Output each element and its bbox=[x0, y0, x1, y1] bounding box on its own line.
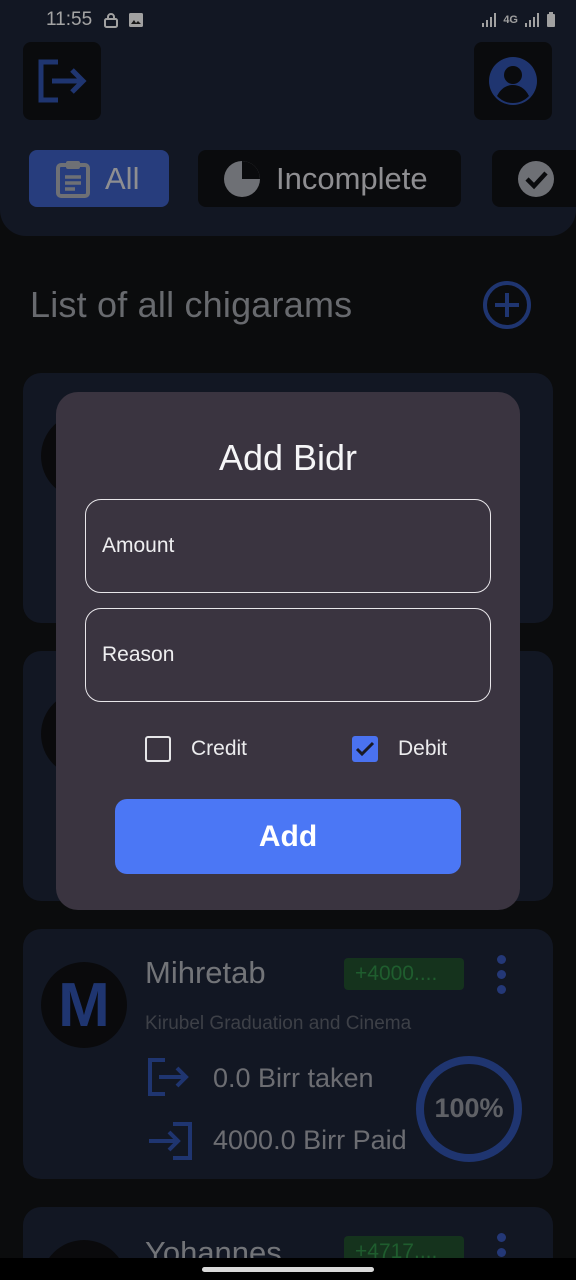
credit-checkbox[interactable]: Credit bbox=[145, 736, 247, 762]
reason-label: Reason bbox=[102, 643, 175, 666]
reason-field[interactable]: Reason bbox=[85, 608, 491, 702]
amount-label: Amount bbox=[102, 534, 175, 557]
amount-field[interactable]: Amount bbox=[85, 499, 491, 593]
dialog-title: Add Bidr bbox=[218, 437, 358, 478]
debit-checkbox[interactable]: Debit bbox=[352, 736, 447, 762]
checkbox-checked-icon[interactable] bbox=[352, 736, 378, 762]
checkbox-unchecked-icon[interactable] bbox=[145, 736, 171, 762]
credit-label: Credit bbox=[191, 737, 248, 760]
debit-label: Debit bbox=[398, 737, 448, 760]
add-button[interactable]: Add bbox=[115, 799, 461, 874]
home-gesture-handle[interactable] bbox=[202, 1267, 374, 1272]
